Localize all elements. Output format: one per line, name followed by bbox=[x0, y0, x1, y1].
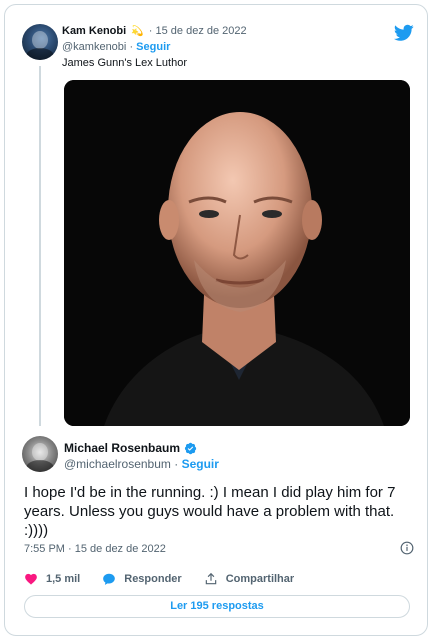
like-button[interactable]: 1,5 mil bbox=[24, 572, 80, 586]
reply-button[interactable]: Responder bbox=[102, 572, 182, 586]
quoted-tweet-handle-row: @kamkenobi · Seguir bbox=[62, 41, 171, 53]
read-replies-button[interactable]: Ler 195 respostas bbox=[24, 595, 410, 618]
share-icon bbox=[205, 572, 216, 585]
tweet-date[interactable]: 15 de dez de 2022 bbox=[156, 25, 247, 37]
reply-tweet-text: I hope I'd be in the running. :) I mean … bbox=[24, 484, 396, 539]
share-label: Compartilhar bbox=[225, 573, 295, 585]
reply-tweet-handle-row: @michaelrosenbum · Seguir bbox=[64, 457, 219, 471]
tweet-photo[interactable] bbox=[64, 80, 410, 426]
twitter-bird-icon[interactable] bbox=[394, 24, 414, 42]
reply-bubble-icon bbox=[103, 573, 116, 585]
quoted-tweet-name-row: Kam Kenobi 💫 · 15 de dez de 2022 bbox=[62, 25, 247, 37]
kam-kenobi-avatar[interactable] bbox=[22, 24, 58, 60]
author-name[interactable]: Michael Rosenbaum bbox=[64, 441, 180, 455]
like-count: 1,5 mil bbox=[46, 573, 81, 585]
reply-label: Responder bbox=[124, 573, 182, 585]
info-icon[interactable] bbox=[400, 541, 414, 555]
follow-button[interactable]: Seguir bbox=[136, 41, 170, 53]
author-handle[interactable]: @kamkenobi bbox=[62, 41, 126, 53]
separator-dot: · bbox=[174, 457, 179, 471]
tweet-timestamp[interactable]: 7:55 PM · 15 de dez de 2022 bbox=[24, 543, 166, 555]
share-button[interactable]: Compartilhar bbox=[204, 572, 294, 586]
author-name[interactable]: Kam Kenobi bbox=[62, 25, 126, 37]
michael-rosenbaum-avatar[interactable] bbox=[22, 436, 58, 472]
sparkle-emoji-icon: 💫 bbox=[131, 26, 144, 37]
follow-button[interactable]: Seguir bbox=[182, 457, 219, 471]
quoted-tweet-text: James Gunn's Lex Luthor bbox=[62, 57, 188, 69]
tweet-actions: 1,5 mil Responder Compartilhar bbox=[24, 572, 316, 586]
reply-tweet-name-row: Michael Rosenbaum bbox=[64, 441, 197, 455]
thread-connector-line bbox=[39, 66, 41, 426]
heart-icon bbox=[25, 573, 37, 585]
author-handle[interactable]: @michaelrosenbum bbox=[64, 457, 171, 471]
verified-badge-icon bbox=[184, 442, 197, 454]
separator-dot: · bbox=[148, 25, 153, 37]
